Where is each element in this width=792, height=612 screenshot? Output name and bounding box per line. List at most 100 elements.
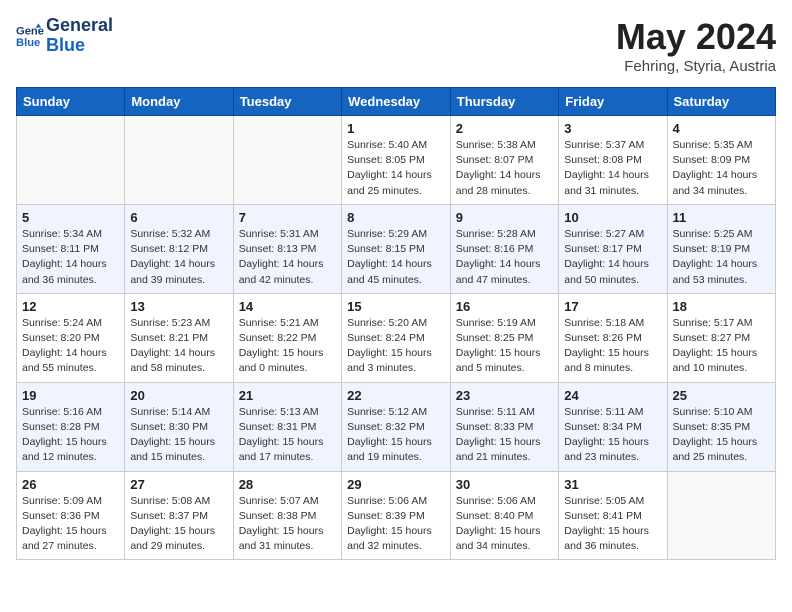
month-title: May 2024	[616, 16, 776, 58]
day-number: 14	[239, 299, 336, 314]
day-number: 11	[673, 210, 771, 225]
location: Fehring, Styria, Austria	[616, 58, 776, 75]
day-info: Sunrise: 5:23 AM Sunset: 8:21 PM Dayligh…	[130, 316, 227, 377]
day-number: 26	[22, 477, 119, 492]
weekday-header: Monday	[125, 88, 233, 116]
calendar-week-row: 12 Sunrise: 5:24 AM Sunset: 8:20 PM Dayli…	[17, 293, 776, 382]
day-info: Sunrise: 5:17 AM Sunset: 8:27 PM Dayligh…	[673, 316, 771, 377]
calendar-cell: 25Sunrise: 5:10 AM Sunset: 8:35 PM Dayli…	[667, 382, 776, 471]
weekday-header: Thursday	[450, 88, 558, 116]
weekday-header: Tuesday	[233, 88, 341, 116]
calendar-cell: 26 Sunrise: 5:09 AM Sunset: 8:36 PM Dayli…	[17, 471, 125, 560]
calendar-cell: 10 Sunrise: 5:27 AM Sunset: 8:17 PM Dayli…	[559, 204, 667, 293]
calendar-cell	[667, 471, 776, 560]
day-number: 16	[456, 299, 553, 314]
calendar-cell: 5 Sunrise: 5:34 AM Sunset: 8:11 PM Daylig…	[17, 204, 125, 293]
day-info: Sunrise: 5:25 AM Sunset: 8:19 PM Dayligh…	[673, 227, 771, 288]
day-number: 10	[564, 210, 661, 225]
calendar-cell: 16 Sunrise: 5:19 AM Sunset: 8:25 PM Dayli…	[450, 293, 558, 382]
calendar-cell: 13Sunrise: 5:23 AM Sunset: 8:21 PM Dayli…	[125, 293, 233, 382]
day-info: Sunrise: 5:14 AM Sunset: 8:30 PM Dayligh…	[130, 405, 227, 466]
calendar-cell	[125, 116, 233, 205]
day-number: 4	[673, 121, 771, 136]
day-info: Sunrise: 5:24 AM Sunset: 8:20 PM Dayligh…	[22, 316, 119, 377]
day-info: Sunrise: 5:34 AM Sunset: 8:11 PM Dayligh…	[22, 227, 119, 288]
calendar-table: SundayMondayTuesdayWednesdayThursdayFrid…	[16, 87, 776, 560]
svg-text:Blue: Blue	[16, 37, 40, 49]
calendar-cell: 14 Sunrise: 5:21 AM Sunset: 8:22 PM Dayli…	[233, 293, 341, 382]
calendar-cell: 2 Sunrise: 5:38 AM Sunset: 8:07 PM Daylig…	[450, 116, 558, 205]
calendar-cell: 15Sunrise: 5:20 AM Sunset: 8:24 PM Dayli…	[342, 293, 451, 382]
calendar-cell: 1Sunrise: 5:40 AM Sunset: 8:05 PM Daylig…	[342, 116, 451, 205]
weekday-header: Sunday	[17, 88, 125, 116]
day-number: 31	[564, 477, 661, 492]
calendar-cell: 23 Sunrise: 5:11 AM Sunset: 8:33 PM Dayli…	[450, 382, 558, 471]
calendar-cell: 9 Sunrise: 5:28 AM Sunset: 8:16 PM Daylig…	[450, 204, 558, 293]
calendar-cell: 7Sunrise: 5:31 AM Sunset: 8:13 PM Daylig…	[233, 204, 341, 293]
day-number: 21	[239, 388, 336, 403]
day-info: Sunrise: 5:35 AM Sunset: 8:09 PM Dayligh…	[673, 138, 771, 199]
day-number: 2	[456, 121, 553, 136]
calendar-week-row: 5 Sunrise: 5:34 AM Sunset: 8:11 PM Daylig…	[17, 204, 776, 293]
day-number: 12	[22, 299, 119, 314]
day-info: Sunrise: 5:08 AM Sunset: 8:37 PM Dayligh…	[130, 494, 227, 555]
logo-icon: General Blue	[16, 22, 44, 50]
day-info: Sunrise: 5:37 AM Sunset: 8:08 PM Dayligh…	[564, 138, 661, 199]
day-info: Sunrise: 5:27 AM Sunset: 8:17 PM Dayligh…	[564, 227, 661, 288]
calendar-cell: 18 Sunrise: 5:17 AM Sunset: 8:27 PM Dayli…	[667, 293, 776, 382]
day-number: 7	[239, 210, 336, 225]
calendar-cell: 24 Sunrise: 5:11 AM Sunset: 8:34 PM Dayli…	[559, 382, 667, 471]
day-number: 9	[456, 210, 553, 225]
day-info: Sunrise: 5:19 AM Sunset: 8:25 PM Dayligh…	[456, 316, 553, 377]
day-info: Sunrise: 5:11 AM Sunset: 8:33 PM Dayligh…	[456, 405, 553, 466]
day-info: Sunrise: 5:16 AM Sunset: 8:28 PM Dayligh…	[22, 405, 119, 466]
weekday-header: Friday	[559, 88, 667, 116]
calendar-cell: 4 Sunrise: 5:35 AM Sunset: 8:09 PM Daylig…	[667, 116, 776, 205]
day-number: 24	[564, 388, 661, 403]
day-number: 22	[347, 388, 445, 403]
day-number: 28	[239, 477, 336, 492]
calendar-cell: 6Sunrise: 5:32 AM Sunset: 8:12 PM Daylig…	[125, 204, 233, 293]
day-info: Sunrise: 5:12 AM Sunset: 8:32 PM Dayligh…	[347, 405, 445, 466]
page-header: General Blue General Blue May 2024 Fehri…	[16, 16, 776, 75]
day-info: Sunrise: 5:06 AM Sunset: 8:39 PM Dayligh…	[347, 494, 445, 555]
calendar-cell: 11 Sunrise: 5:25 AM Sunset: 8:19 PM Dayli…	[667, 204, 776, 293]
day-number: 29	[347, 477, 445, 492]
day-info: Sunrise: 5:32 AM Sunset: 8:12 PM Dayligh…	[130, 227, 227, 288]
day-info: Sunrise: 5:38 AM Sunset: 8:07 PM Dayligh…	[456, 138, 553, 199]
day-info: Sunrise: 5:13 AM Sunset: 8:31 PM Dayligh…	[239, 405, 336, 466]
day-number: 3	[564, 121, 661, 136]
weekday-header: Saturday	[667, 88, 776, 116]
day-info: Sunrise: 5:21 AM Sunset: 8:22 PM Dayligh…	[239, 316, 336, 377]
day-number: 19	[22, 388, 119, 403]
day-info: Sunrise: 5:18 AM Sunset: 8:26 PM Dayligh…	[564, 316, 661, 377]
logo-line2: Blue	[46, 36, 113, 56]
calendar-cell: 17Sunrise: 5:18 AM Sunset: 8:26 PM Dayli…	[559, 293, 667, 382]
calendar-cell: 29 Sunrise: 5:06 AM Sunset: 8:39 PM Dayli…	[342, 471, 451, 560]
calendar-cell: 22 Sunrise: 5:12 AM Sunset: 8:32 PM Dayli…	[342, 382, 451, 471]
day-number: 8	[347, 210, 445, 225]
day-number: 30	[456, 477, 553, 492]
day-number: 1	[347, 121, 445, 136]
day-info: Sunrise: 5:07 AM Sunset: 8:38 PM Dayligh…	[239, 494, 336, 555]
day-info: Sunrise: 5:09 AM Sunset: 8:36 PM Dayligh…	[22, 494, 119, 555]
day-number: 23	[456, 388, 553, 403]
day-number: 27	[130, 477, 227, 492]
calendar-cell: 30Sunrise: 5:06 AM Sunset: 8:40 PM Dayli…	[450, 471, 558, 560]
calendar-week-row: 26 Sunrise: 5:09 AM Sunset: 8:36 PM Dayli…	[17, 471, 776, 560]
day-number: 18	[673, 299, 771, 314]
calendar-cell: 12 Sunrise: 5:24 AM Sunset: 8:20 PM Dayli…	[17, 293, 125, 382]
calendar-week-row: 19 Sunrise: 5:16 AM Sunset: 8:28 PM Dayli…	[17, 382, 776, 471]
day-info: Sunrise: 5:11 AM Sunset: 8:34 PM Dayligh…	[564, 405, 661, 466]
logo: General Blue General Blue	[16, 16, 113, 56]
day-number: 15	[347, 299, 445, 314]
day-info: Sunrise: 5:10 AM Sunset: 8:35 PM Dayligh…	[673, 405, 771, 466]
calendar-cell	[233, 116, 341, 205]
calendar-cell: 19 Sunrise: 5:16 AM Sunset: 8:28 PM Dayli…	[17, 382, 125, 471]
calendar-cell: 3 Sunrise: 5:37 AM Sunset: 8:08 PM Daylig…	[559, 116, 667, 205]
calendar-cell: 28 Sunrise: 5:07 AM Sunset: 8:38 PM Dayli…	[233, 471, 341, 560]
calendar-cell: 21 Sunrise: 5:13 AM Sunset: 8:31 PM Dayli…	[233, 382, 341, 471]
day-info: Sunrise: 5:28 AM Sunset: 8:16 PM Dayligh…	[456, 227, 553, 288]
logo-line1: General	[46, 16, 113, 36]
day-number: 5	[22, 210, 119, 225]
